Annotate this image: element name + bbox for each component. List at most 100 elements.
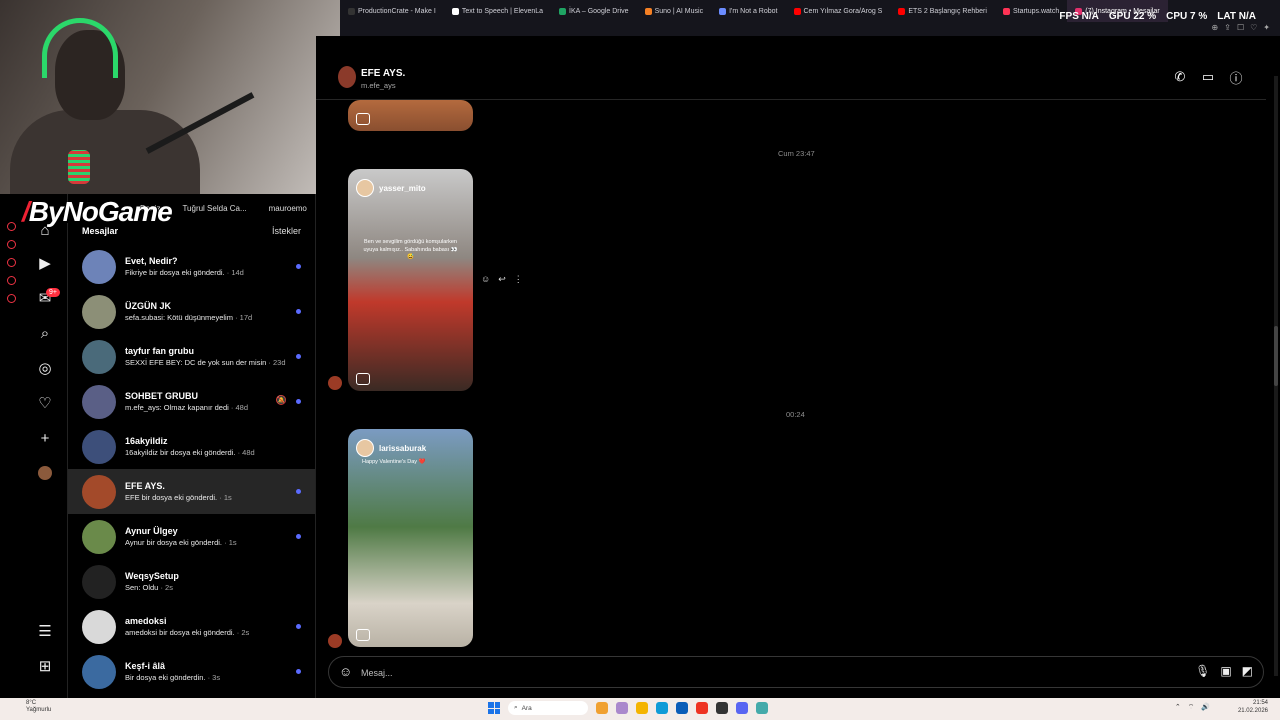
react-icon[interactable]: ☺: [481, 274, 490, 285]
explorer-app-icon[interactable]: [596, 702, 608, 714]
ai-icon[interactable]: ✦: [1263, 23, 1270, 32]
info-icon[interactable]: ⓘ: [1228, 69, 1244, 86]
share-icon[interactable]: ⇪: [1224, 23, 1231, 32]
conversation-item[interactable]: EFE AYS. EFE bir dosya eki gönderdi. · 1s: [68, 469, 315, 514]
network-icon[interactable]: ⌔: [1188, 703, 1195, 712]
requests-link[interactable]: İstekler: [272, 226, 301, 236]
cpu-stat: CPU 7 %: [1166, 11, 1208, 22]
taskbar-search[interactable]: ⌕ Ara: [508, 701, 588, 715]
scene-icon[interactable]: [7, 258, 16, 267]
system-tray: ⌃ ⌔ 🔊: [1175, 703, 1210, 712]
message-input[interactable]: [361, 663, 1141, 683]
scrollbar-thumb[interactable]: [1274, 326, 1278, 386]
message-actions: ☺ ↩ ⋮: [481, 274, 523, 285]
zoom-icon[interactable]: ⊕: [1212, 23, 1219, 32]
video-call-icon[interactable]: ▭: [1200, 69, 1216, 85]
microphone-icon: [68, 150, 90, 184]
conversation-item[interactable]: amedoksi amedoksi bir dosya eki gönderdi.…: [68, 604, 315, 649]
chevron-up-icon[interactable]: ⌃: [1175, 703, 1181, 712]
browser-tab[interactable]: İKA – Google Drive: [551, 0, 637, 22]
reel-icon: [356, 113, 370, 125]
author-avatar: [356, 439, 374, 457]
phone-icon[interactable]: ✆: [1172, 69, 1188, 85]
message-composer: ☺ 🎙 ▣ ◩: [328, 656, 1264, 688]
conversation-item[interactable]: Evet, Nedir? Fikriye bir dosya eki gönder…: [68, 244, 315, 289]
search-icon[interactable]: ⌕: [36, 324, 54, 342]
conversation-item[interactable]: ÜZGÜN JK sefa.subasi: Kötü düşünmeyelim ·…: [68, 289, 315, 334]
folder-icon[interactable]: [636, 702, 648, 714]
heart-icon[interactable]: ♡: [1250, 23, 1257, 32]
bynogame-logo: /ByNoGame: [22, 196, 173, 227]
chat-scrollbar[interactable]: [1274, 76, 1278, 676]
opera-icon[interactable]: [696, 702, 708, 714]
notification-badge: 9+: [46, 288, 60, 297]
conversation-list: Deniz Tuğrul Selda Ca... mauroemo Mesajlar…: [68, 194, 316, 698]
create-icon[interactable]: +: [36, 429, 54, 447]
emoji-icon[interactable]: ☺: [339, 664, 352, 679]
threads-icon[interactable]: ⊞: [36, 657, 54, 675]
browser-tab[interactable]: I'm Not a Robot: [711, 0, 785, 22]
reel-message[interactable]: [348, 100, 473, 131]
play-icon[interactable]: [7, 240, 16, 249]
bookmark-icon[interactable]: ☐: [1237, 23, 1244, 32]
more-icon[interactable]: ⋮: [514, 274, 523, 285]
conversation-item[interactable]: Keşf-i âlâ Bir dosya eki gönderdin. · 3s: [68, 649, 315, 694]
image-icon[interactable]: ▣: [1220, 664, 1231, 678]
avatar: [82, 384, 116, 419]
start-icon[interactable]: [488, 702, 500, 714]
sticker-icon[interactable]: ◩: [1242, 664, 1253, 678]
reels-icon[interactable]: ▶: [36, 254, 54, 272]
edge-icon[interactable]: [656, 702, 668, 714]
conversation-name: SOHBET GRUBU: [125, 391, 199, 402]
source-icon[interactable]: [7, 276, 16, 285]
story-item[interactable]: Tuğrul Selda Ca...: [182, 204, 246, 214]
reel-author: larissaburak: [356, 439, 426, 457]
browser-tab[interactable]: ProductionCrate - Make I: [340, 0, 444, 22]
browser-tab[interactable]: Cem Yılmaz Gora/Arog S: [786, 0, 891, 22]
reel-message[interactable]: larissaburak Happy Valentine's Day ❤️: [348, 429, 473, 647]
explore-icon[interactable]: ◎: [36, 359, 54, 377]
tab-label: ETS 2 Başlangıç Rehberi: [908, 7, 987, 15]
browser-tab[interactable]: Text to Speech | ElevenLa: [444, 0, 551, 22]
story-item[interactable]: mauroemo: [269, 204, 307, 214]
conversation-item[interactable]: Aynur Ülgey Aynur bir dosya eki gönderdi.…: [68, 514, 315, 559]
streamer-body: [10, 110, 200, 194]
chat-name[interactable]: EFE AYS.: [361, 68, 405, 79]
conversation-text: Evet, Nedir? Fikriye bir dosya eki gönder…: [125, 255, 244, 277]
menu-icon[interactable]: ☰: [36, 622, 54, 640]
profile-avatar[interactable]: [36, 464, 54, 482]
copilot-icon[interactable]: [616, 702, 628, 714]
browser-tab[interactable]: Startups.watch: [995, 0, 1067, 22]
tab-label: Text to Speech | ElevenLa: [461, 7, 544, 15]
browser-tab[interactable]: Suno | AI Music: [637, 0, 712, 22]
conversation-item[interactable]: SOHBET GRUBU m.efe_ays: Olmaz kapanır ded…: [68, 379, 315, 424]
weather-widget[interactable]: 8°C Yağmurlu: [26, 700, 51, 714]
settings-icon[interactable]: [7, 294, 16, 303]
clock[interactable]: 21:54 21.02.2026: [1238, 700, 1268, 716]
webcam-overlay: [0, 0, 342, 194]
windows-taskbar: 8°C Yağmurlu ⌕ Ara ⌃ ⌔ 🔊 21:54 21.02.2026: [0, 698, 1280, 720]
heart-icon[interactable]: ♡: [36, 394, 54, 412]
app-icon[interactable]: [756, 702, 768, 714]
conversation-name: Aynur Ülgey: [125, 526, 178, 537]
conversation-name: WeqsySetup: [125, 571, 179, 582]
reply-icon[interactable]: ↩: [498, 274, 506, 285]
chat-avatar[interactable]: [338, 66, 356, 88]
unread-dot: [296, 624, 301, 629]
microphone-icon[interactable]: 🎙: [1195, 664, 1210, 678]
avatar: [82, 249, 116, 284]
reel-message[interactable]: yasser_mito Ben ve sevgilim gördüğü komş…: [348, 169, 473, 391]
browser-tab[interactable]: ETS 2 Başlangıç Rehberi: [890, 0, 995, 22]
conversation-item[interactable]: WeqsySetup Sen: Oldu · 2s: [68, 559, 315, 604]
conversation-item[interactable]: tayfur fan grubu SEXXİ EFE BEY: DC de yok…: [68, 334, 315, 379]
conversation-preview: Bir dosya eki gönderdin. · 3s: [125, 672, 221, 682]
tab-favicon-icon: [898, 7, 906, 15]
volume-icon[interactable]: 🔊: [1201, 703, 1210, 712]
obs-icon[interactable]: [716, 702, 728, 714]
conversation-text: 16akyildiz 16akyildiz bir dosya eki gönde…: [125, 435, 255, 457]
discord-icon[interactable]: [736, 702, 748, 714]
chat-header: EFE AYS. m.efe_ays ✆ ▭ ⓘ: [316, 56, 1266, 100]
record-icon[interactable]: [7, 222, 16, 231]
conversation-item[interactable]: 16akyildiz 16akyildiz bir dosya eki gönde…: [68, 424, 315, 469]
store-icon[interactable]: [676, 702, 688, 714]
